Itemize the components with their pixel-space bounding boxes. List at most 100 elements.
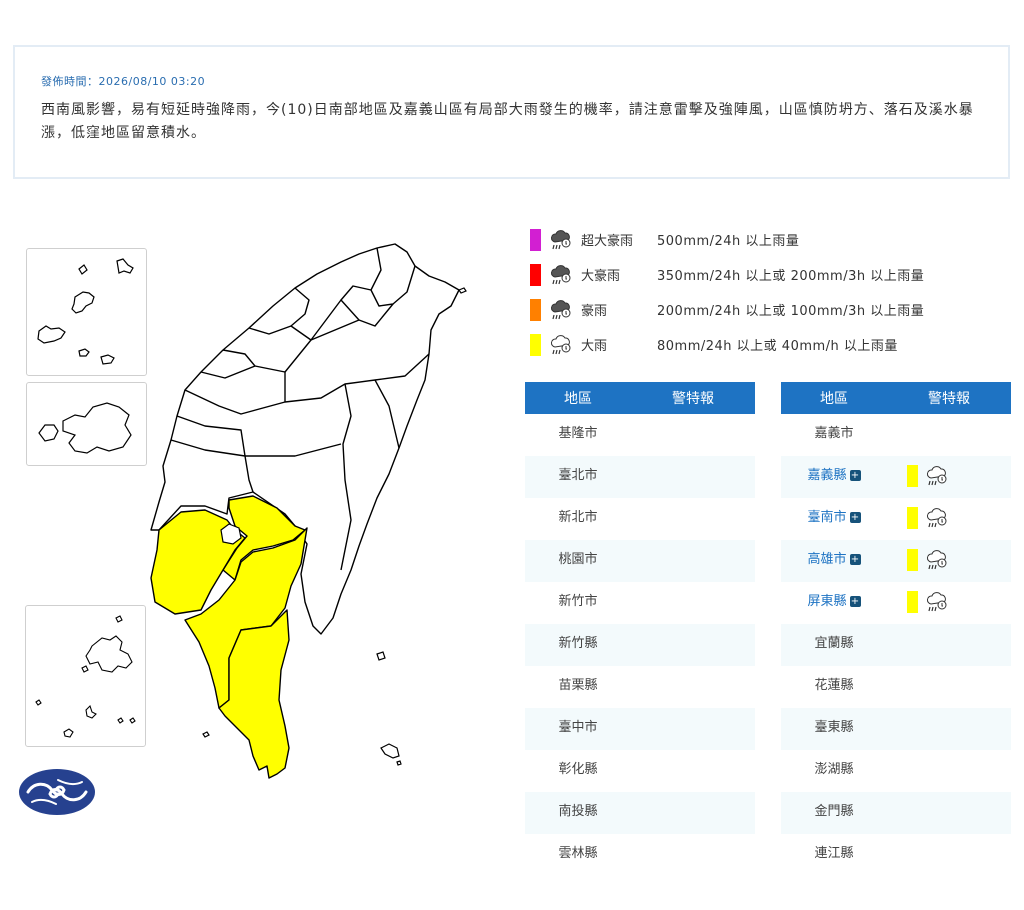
matsu-islands-map	[37, 258, 134, 365]
issue-time: 發佈時間：2026/08/10 03:20	[41, 75, 206, 88]
legend-swatch	[530, 298, 541, 321]
rain-cloud-outline-icon	[927, 508, 947, 528]
legend-row-torrential-heavy: 大豪雨 350mm/24h 以上或 200mm/3h 以上雨量	[530, 257, 1010, 292]
legend-row-torrential: 豪雨 200mm/24h 以上或 100mm/3h 以上雨量	[530, 292, 1010, 327]
island-islet	[396, 760, 402, 766]
table-row: 澎湖縣	[781, 750, 1011, 792]
thunder-rain-dark-icon	[551, 264, 571, 284]
header-region: 地區	[820, 391, 848, 407]
region-name[interactable]: 屏東縣	[807, 594, 846, 609]
warning-map	[0, 200, 520, 910]
table-row: 苗栗縣	[525, 666, 755, 708]
table-row: 基隆市	[525, 414, 755, 456]
region-name: 新竹市	[558, 594, 598, 609]
region-name: 苗栗縣	[558, 678, 598, 693]
region-name: 臺中市	[558, 720, 598, 735]
warning-level-swatch	[907, 549, 918, 571]
table-row: 新北市	[525, 498, 755, 540]
legend-desc: 80mm/24h 以上或 40mm/h 以上雨量	[657, 339, 898, 354]
region-link[interactable]: 屏東縣 +	[781, 590, 887, 609]
warning-level-swatch	[907, 591, 918, 613]
legend-name: 大豪雨	[581, 269, 621, 284]
region-name: 雲林縣	[558, 846, 598, 861]
legend-name: 超大豪雨	[581, 234, 634, 249]
expand-plus-icon[interactable]: +	[849, 554, 861, 565]
inset-matsu	[26, 248, 147, 376]
table-row: 彰化縣	[525, 750, 755, 792]
region-name: 臺東縣	[814, 720, 854, 735]
table-row: 雲林縣	[525, 834, 755, 876]
header-region: 地區	[564, 391, 592, 407]
island-orchid	[380, 743, 400, 759]
region-name: 澎湖縣	[814, 762, 854, 777]
table-header: 地區 警特報	[781, 382, 1011, 414]
region-name: 花蓮縣	[814, 678, 854, 693]
warning-level-swatch	[907, 465, 918, 487]
table-row: 臺中市	[525, 708, 755, 750]
region-link[interactable]: 嘉義縣 +	[781, 464, 887, 483]
thunder-rain-dark-icon	[551, 229, 571, 249]
region-name: 桃園市	[558, 552, 598, 567]
table-row: 金門縣	[781, 792, 1011, 834]
table-header: 地區 警特報	[525, 382, 755, 414]
legend-swatch	[530, 333, 541, 356]
table-row-pingtung[interactable]: 屏東縣 +	[781, 582, 1011, 624]
region-name[interactable]: 臺南市	[807, 510, 846, 525]
island-guishan	[458, 287, 467, 294]
warning-cell	[887, 464, 1011, 488]
table-row: 新竹市	[525, 582, 755, 624]
table-row: 南投縣	[525, 792, 755, 834]
expand-plus-icon[interactable]: +	[849, 512, 861, 523]
header-warning: 警特報	[672, 391, 714, 407]
table-row: 嘉義市	[781, 414, 1011, 456]
inset-penghu	[25, 605, 146, 747]
table-row: 連江縣	[781, 834, 1011, 876]
legend-name: 豪雨	[581, 304, 608, 319]
warning-level-swatch	[907, 507, 918, 529]
region-name[interactable]: 嘉義縣	[807, 468, 846, 483]
legend-row-extreme-torrential: 超大豪雨 500mm/24h 以上雨量	[530, 222, 1010, 257]
table-row-chiayi-county[interactable]: 嘉義縣 +	[781, 456, 1011, 498]
island-xiaoliuqiu	[202, 731, 210, 738]
penghu-islands-map	[35, 615, 136, 738]
region-name: 嘉義市	[814, 426, 854, 441]
cwa-logo	[19, 769, 95, 815]
region-table-right: 地區 警特報 嘉義市 嘉義縣 + 臺南市 + 高雄市 + 屏東縣 + 宜蘭縣 花…	[781, 382, 1011, 876]
region-link[interactable]: 高雄市 +	[781, 548, 887, 567]
table-row: 新竹縣	[525, 624, 755, 666]
table-row-tainan[interactable]: 臺南市 +	[781, 498, 1011, 540]
kinmen-islands-map	[38, 402, 132, 454]
region-name: 宜蘭縣	[814, 636, 854, 651]
table-row: 臺北市	[525, 456, 755, 498]
legend-desc: 500mm/24h 以上雨量	[657, 234, 800, 249]
island-green	[376, 651, 386, 661]
rain-cloud-outline-icon	[927, 592, 947, 612]
region-table-left: 地區 警特報 基隆市 臺北市 新北市 桃園市 新竹市 新竹縣 苗栗縣 臺中市 彰…	[525, 382, 755, 876]
table-row-kaohsiung[interactable]: 高雄市 +	[781, 540, 1011, 582]
rain-cloud-outline-icon	[551, 334, 571, 354]
region-name: 臺北市	[558, 468, 598, 483]
region-name: 彰化縣	[558, 762, 598, 777]
warning-cell	[887, 506, 1011, 530]
region-link[interactable]: 臺南市 +	[781, 506, 887, 525]
legend-name: 大雨	[581, 339, 608, 354]
region-name: 新竹縣	[558, 636, 598, 651]
region-name: 基隆市	[558, 426, 598, 441]
notice-text: 西南風影響，易有短延時強降雨，今(10)日南部地區及嘉義山區有局部大雨發生的機率…	[41, 102, 974, 141]
warning-cell	[887, 590, 1011, 614]
region-name: 新北市	[558, 510, 598, 525]
warning-cell	[887, 548, 1011, 572]
legend-swatch	[530, 263, 541, 286]
inset-kinmen	[26, 382, 147, 466]
region-name[interactable]: 高雄市	[807, 552, 846, 567]
table-row: 花蓮縣	[781, 666, 1011, 708]
table-row: 桃園市	[525, 540, 755, 582]
header-warning: 警特報	[928, 391, 970, 407]
expand-plus-icon[interactable]: +	[849, 470, 861, 481]
thunder-rain-dark-icon	[551, 299, 571, 319]
expand-plus-icon[interactable]: +	[849, 596, 861, 607]
legend-swatch	[530, 228, 541, 251]
region-name: 連江縣	[814, 846, 854, 861]
taiwan-main-map	[150, 243, 467, 779]
rain-cloud-outline-icon	[927, 550, 947, 570]
